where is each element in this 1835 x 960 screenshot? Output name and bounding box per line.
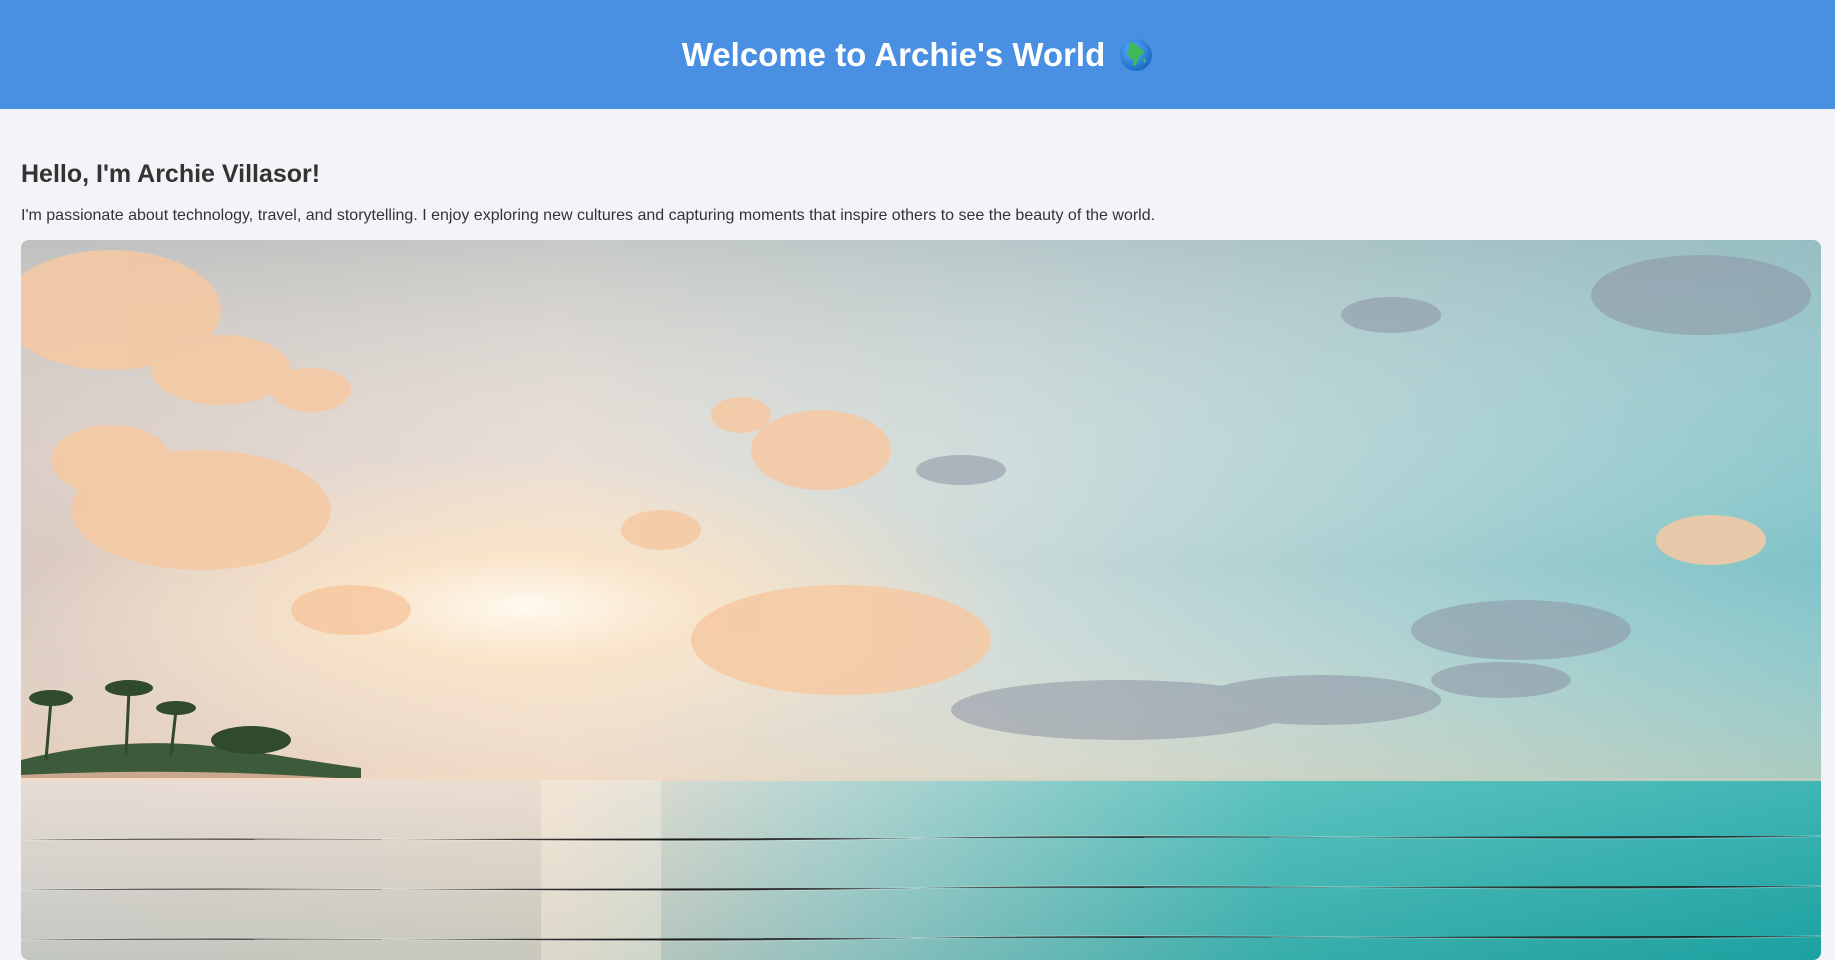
site-title: Welcome to Archie's World — [682, 36, 1154, 74]
globe-icon — [1119, 38, 1153, 72]
intro-heading: Hello, I'm Archie Villasor! — [21, 160, 321, 188]
intro-text: I'm passionate about technology, travel,… — [21, 207, 1156, 224]
site-title-text: Welcome to Archie's World — [681, 35, 1106, 73]
main-content: Hello, I'm Archie Villasor! I'm passiona… — [0, 109, 1835, 960]
beach-sunset-photo — [21, 240, 1821, 960]
site-header: Welcome to Archie's World — [0, 0, 1835, 109]
